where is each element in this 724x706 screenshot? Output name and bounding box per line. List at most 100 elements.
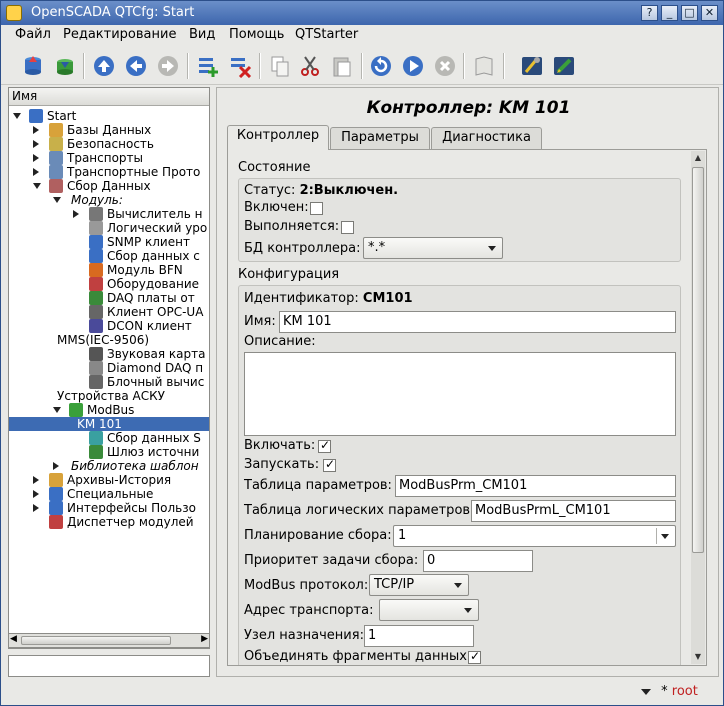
tab-parameters[interactable]: Параметры xyxy=(330,127,430,149)
user-label[interactable]: root xyxy=(672,684,698,699)
expand-right-icon[interactable] xyxy=(33,476,39,484)
tree-item[interactable]: Транспорты xyxy=(9,151,209,165)
navigation-tree[interactable]: Имя Start Базы Данных Безопасность Транспор… xyxy=(8,87,210,649)
expand-down-icon[interactable] xyxy=(13,113,21,119)
scroll-up-icon[interactable]: ▲ xyxy=(691,151,705,165)
tree-item[interactable]: MMS(IEC-9506) xyxy=(9,333,209,347)
up-icon[interactable] xyxy=(91,53,117,79)
transport-combo[interactable] xyxy=(379,599,479,621)
tree-item[interactable]: ModBus xyxy=(9,403,209,417)
enabled-checkbox[interactable] xyxy=(310,202,323,215)
tree-item[interactable]: Сбор данных с xyxy=(9,249,209,263)
tree-item[interactable]: Логический уро xyxy=(9,221,209,235)
tree-item[interactable]: Безопасность xyxy=(9,137,209,151)
copy-icon[interactable] xyxy=(267,53,293,79)
add-item-icon[interactable] xyxy=(195,53,221,79)
tree-item[interactable]: KM 101 xyxy=(9,417,209,431)
prm-table-field[interactable]: ModBusPrm_CM101 xyxy=(395,475,676,497)
tree-header[interactable]: Имя xyxy=(9,88,209,106)
stop-icon[interactable] xyxy=(432,53,458,79)
db-combo[interactable]: *.* xyxy=(363,237,503,259)
tree-item[interactable]: Базы Данных xyxy=(9,123,209,137)
tree-item[interactable]: Сбор данных S xyxy=(9,431,209,445)
start-checkbox[interactable] xyxy=(323,457,336,472)
scrollbar-thumb[interactable] xyxy=(692,167,704,553)
menu-view[interactable]: Вид xyxy=(189,27,215,42)
tree-item[interactable]: Вычислитель н xyxy=(9,207,209,221)
status-input[interactable] xyxy=(8,655,210,677)
expand-right-icon[interactable] xyxy=(33,126,39,134)
tab-controller[interactable]: Контроллер xyxy=(227,125,329,150)
tree-item[interactable]: Устройства АСКУ xyxy=(9,389,209,403)
config-icon[interactable] xyxy=(519,53,545,79)
expand-right-icon[interactable] xyxy=(53,462,59,470)
tree-item[interactable]: Транспортные Прото xyxy=(9,165,209,179)
prml-table-field[interactable]: ModBusPrmL_CM101 xyxy=(471,500,676,522)
forward-icon[interactable] xyxy=(155,53,181,79)
delete-item-icon[interactable] xyxy=(227,53,253,79)
expand-down-icon[interactable] xyxy=(33,183,41,189)
tab-diagnostics[interactable]: Диагностика xyxy=(431,127,542,149)
tree-item[interactable]: Diamond DAQ п xyxy=(9,361,209,375)
maximize-button[interactable]: □ xyxy=(681,5,698,21)
node-field[interactable]: 1 xyxy=(364,625,474,647)
tree-item[interactable]: Интерфейсы Пользо xyxy=(9,501,209,515)
scroll-down-icon[interactable]: ▼ xyxy=(691,650,705,664)
back-icon[interactable] xyxy=(123,53,149,79)
tree-item[interactable]: DCON клиент xyxy=(9,319,209,333)
expand-right-icon[interactable] xyxy=(33,504,39,512)
tree-item[interactable]: Архивы-История xyxy=(9,473,209,487)
expand-right-icon[interactable] xyxy=(33,140,39,148)
expand-down-icon[interactable] xyxy=(53,197,61,203)
tree-item[interactable]: Start xyxy=(9,109,209,123)
menu-edit[interactable]: Редактирование xyxy=(63,27,176,42)
menu-qtstarter[interactable]: QTStarter xyxy=(295,27,358,42)
menu-help[interactable]: Помощь xyxy=(229,27,284,42)
merge-checkbox[interactable] xyxy=(468,649,481,664)
cut-icon[interactable] xyxy=(297,53,323,79)
chevron-down-icon[interactable] xyxy=(641,688,651,695)
tree-item[interactable]: Модуль: xyxy=(9,193,209,207)
priority-field[interactable]: 0 xyxy=(423,550,533,572)
chevron-down-icon[interactable] xyxy=(661,534,669,539)
tree-item[interactable]: Оборудование xyxy=(9,277,209,291)
db-load-icon[interactable] xyxy=(20,53,46,79)
db-save-icon[interactable] xyxy=(52,53,78,79)
protocol-combo[interactable]: TCP/IP xyxy=(369,574,469,596)
manual-icon[interactable] xyxy=(471,53,497,79)
scrollbar-thumb[interactable] xyxy=(21,636,171,645)
tree-horizontal-scrollbar[interactable]: ◀ ▶ xyxy=(8,633,210,648)
schedule-combo[interactable]: 1 xyxy=(393,525,676,547)
name-field[interactable]: KM 101 xyxy=(279,311,676,333)
expand-right-icon[interactable] xyxy=(33,154,39,162)
tree-item[interactable]: Клиент OPC-UA xyxy=(9,305,209,319)
help-button[interactable]: ? xyxy=(641,5,658,21)
content-vertical-scrollbar[interactable]: ▲ ▼ xyxy=(691,151,705,664)
title-bar[interactable]: OpenSCADA QTCfg: Start ? _ □ ✕ xyxy=(1,1,723,25)
scroll-right-icon[interactable]: ▶ xyxy=(201,634,208,644)
expand-down-icon[interactable] xyxy=(53,407,61,413)
tree-item[interactable]: DAQ платы от xyxy=(9,291,209,305)
tree-item[interactable]: Звуковая карта xyxy=(9,347,209,361)
paste-icon[interactable] xyxy=(329,53,355,79)
minimize-button[interactable]: _ xyxy=(661,5,678,21)
close-button[interactable]: ✕ xyxy=(701,5,718,21)
scroll-left-icon[interactable]: ◀ xyxy=(10,634,17,644)
refresh-icon[interactable] xyxy=(368,53,394,79)
tree-item[interactable]: Блочный вычис xyxy=(9,375,209,389)
tree-item[interactable]: SNMP клиент xyxy=(9,235,209,249)
expand-right-icon[interactable] xyxy=(33,168,39,176)
edit-icon[interactable] xyxy=(551,53,577,79)
enable-checkbox[interactable] xyxy=(318,438,331,453)
running-checkbox[interactable] xyxy=(341,221,354,234)
tree-item[interactable]: Модуль BFN xyxy=(9,263,209,277)
expand-right-icon[interactable] xyxy=(73,210,79,218)
tree-item[interactable]: Диспетчер модулей xyxy=(9,515,209,529)
tree-item[interactable]: Специальные xyxy=(9,487,209,501)
start-icon[interactable] xyxy=(400,53,426,79)
tree-item[interactable]: Сбор Данных xyxy=(9,179,209,193)
expand-right-icon[interactable] xyxy=(33,490,39,498)
tree-item[interactable]: Библиотека шаблон xyxy=(9,459,209,473)
menu-file[interactable]: Файл xyxy=(15,27,51,42)
description-textarea[interactable] xyxy=(244,352,676,436)
